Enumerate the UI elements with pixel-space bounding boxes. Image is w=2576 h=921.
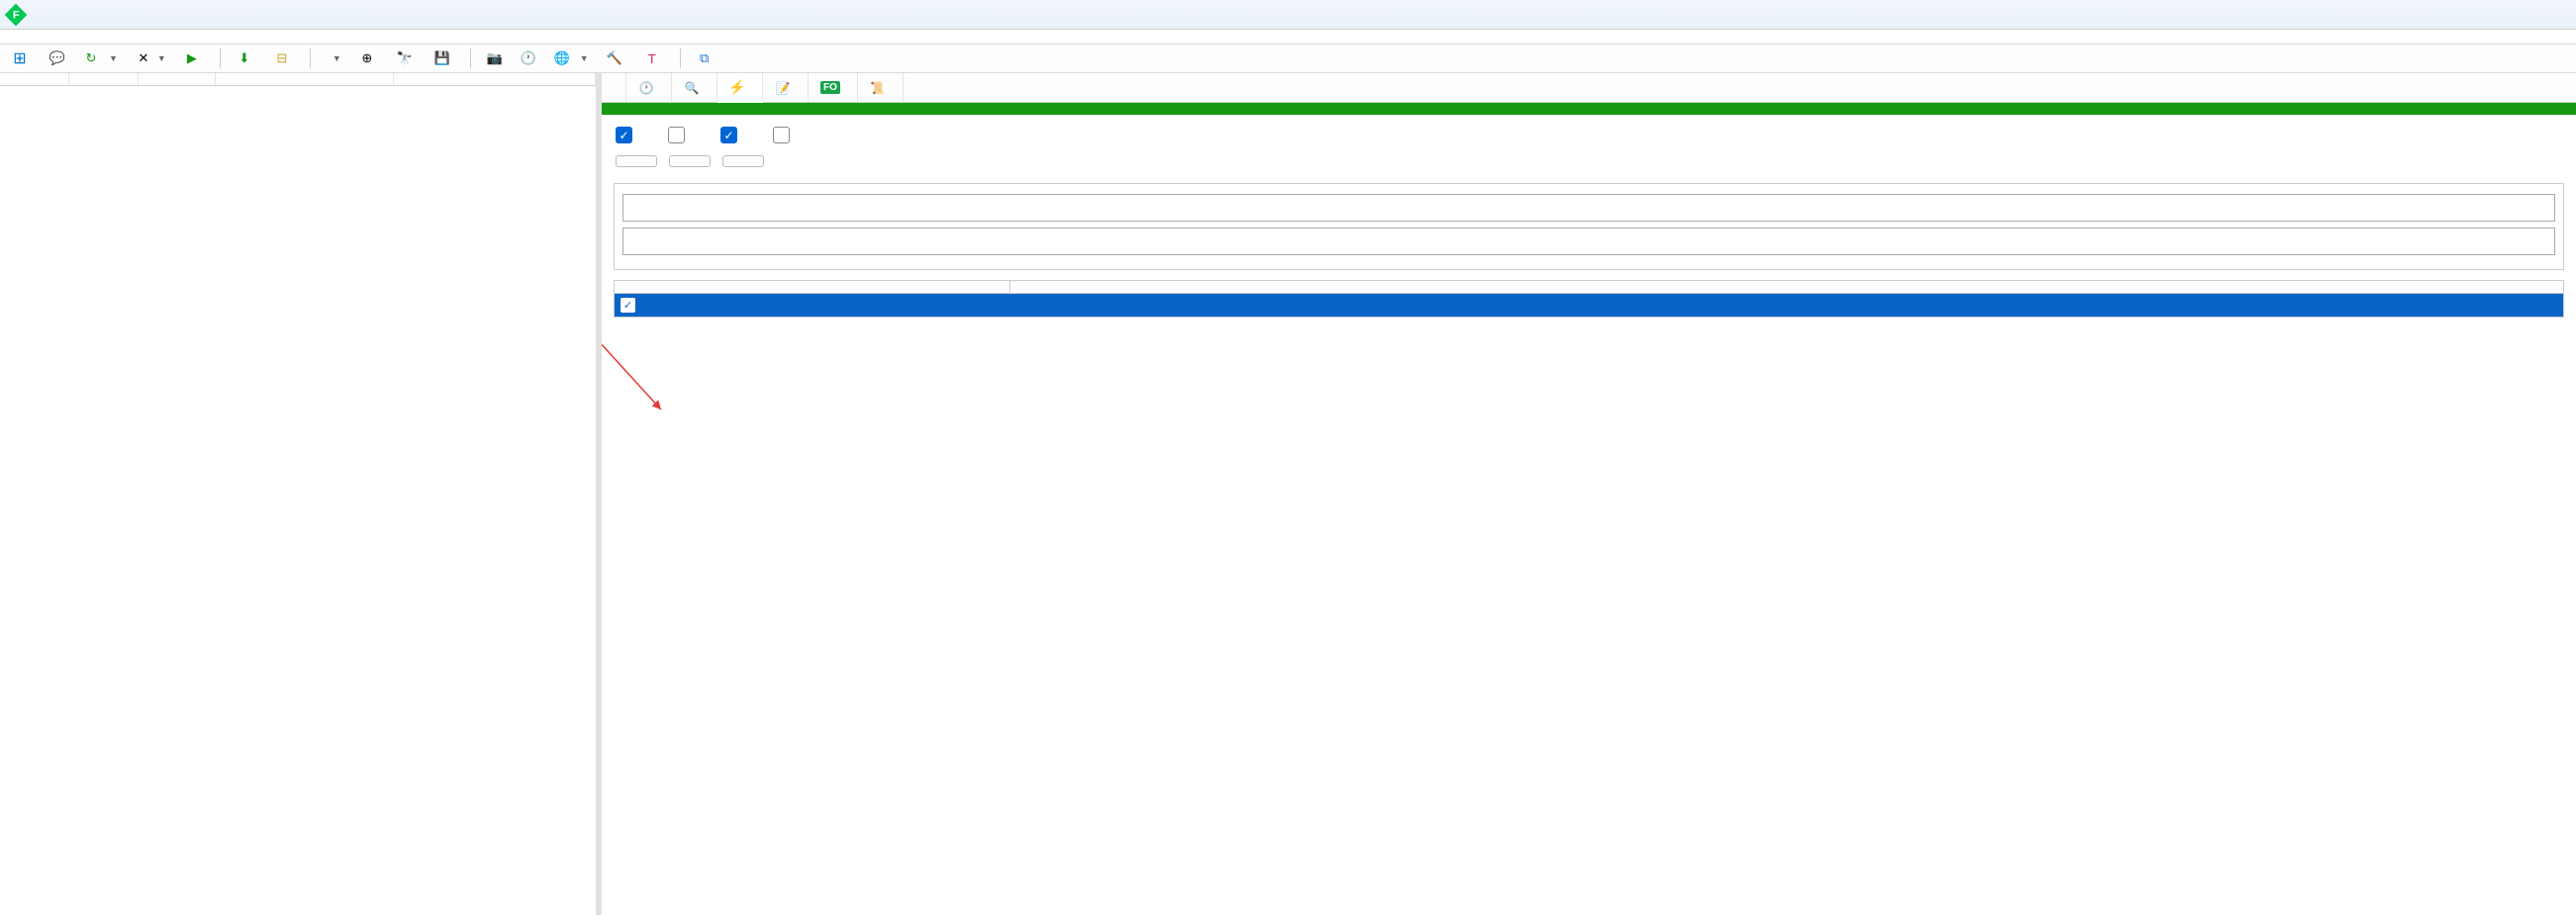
- tearoff-icon: ⧉: [697, 50, 713, 66]
- comment-icon: 💬: [49, 50, 65, 66]
- match-input[interactable]: [622, 194, 2555, 222]
- tab-composer[interactable]: 📝: [763, 73, 809, 102]
- script-icon: 📜: [870, 80, 886, 96]
- lightning-icon: ⚡: [729, 79, 745, 95]
- clock-icon: 🕐: [638, 80, 654, 96]
- tab-fiddlerscript[interactable]: 📜: [858, 73, 904, 102]
- rules-header: [615, 281, 2563, 294]
- fo-badge-icon: FO: [820, 81, 840, 94]
- rule-respond-text: [1010, 302, 2563, 310]
- unmatched-passthrough-checkbox[interactable]: ✓: [720, 127, 743, 143]
- separator: [470, 48, 471, 68]
- app-icon: F: [5, 3, 28, 26]
- chevron-down-icon: ▼: [333, 53, 341, 63]
- rules-table: ✓: [614, 280, 2564, 318]
- clock-icon: 🕐: [521, 50, 536, 66]
- remove-button[interactable]: ✕▼: [130, 48, 172, 68]
- timer-button[interactable]: 🕐: [515, 48, 542, 68]
- toolbar: ⊞ 💬 ↻▼ ✕▼ ▶ ⬇ ⊟ ▼ ⊕ 🔭 💾 📷 🕐 🌐▼ 🔨 T ⧉: [0, 44, 2576, 73]
- rule-checkbox-icon[interactable]: ✓: [620, 298, 635, 313]
- anyprocess-button[interactable]: ⊕: [353, 48, 385, 68]
- separator: [220, 48, 221, 68]
- checkbox-unchecked-icon: [668, 127, 685, 143]
- chevron-down-icon: ▼: [580, 53, 589, 63]
- accept-connects-checkbox[interactable]: [668, 127, 691, 143]
- binoculars-icon: 🔭: [397, 50, 413, 66]
- windows-icon: ⊞: [12, 50, 28, 66]
- group-button[interactable]: [722, 155, 764, 167]
- rule-editor-group: [614, 183, 2564, 270]
- textwizard-button[interactable]: T: [638, 48, 670, 68]
- browser-icon: 🌐: [554, 50, 570, 66]
- checkbox-checked-icon: ✓: [616, 127, 632, 143]
- clearcache-button[interactable]: 🔨: [601, 48, 632, 68]
- col-number[interactable]: [0, 73, 69, 85]
- tab-inspectors[interactable]: 🔍: [672, 73, 717, 102]
- tab-orchestra[interactable]: FO: [809, 73, 858, 102]
- winconfig-button[interactable]: ⊞: [6, 48, 38, 68]
- decode-button[interactable]: ⊟: [268, 48, 300, 68]
- keep-dropdown[interactable]: ▼: [321, 51, 347, 65]
- col-result[interactable]: [69, 73, 139, 85]
- sessions-panel: [0, 73, 602, 915]
- replay-button[interactable]: ↻▼: [77, 48, 124, 68]
- tearoff-button[interactable]: ⧉: [691, 48, 722, 68]
- col-url[interactable]: [394, 73, 596, 85]
- target-icon: ⊕: [359, 50, 375, 66]
- clearcache-icon: 🔨: [607, 50, 622, 66]
- tab-statistics[interactable]: 🕐: [626, 73, 672, 102]
- menubar: [0, 30, 2576, 44]
- checkbox-unchecked-icon: [773, 127, 790, 143]
- play-icon: ▶: [184, 50, 200, 66]
- replay-icon: ↻: [83, 50, 99, 66]
- col-protocol[interactable]: [139, 73, 216, 85]
- infobar: [602, 103, 2576, 115]
- import-button[interactable]: [669, 155, 711, 167]
- enable-rules-checkbox[interactable]: ✓: [616, 127, 638, 143]
- options-row: ✓ ✓: [602, 115, 2576, 155]
- stream-icon: ⬇: [237, 50, 252, 66]
- go-button[interactable]: ▶: [178, 48, 210, 68]
- save-icon: 💾: [434, 50, 450, 66]
- chevron-down-icon: ▼: [109, 53, 118, 63]
- tab-getstarted[interactable]: [602, 73, 626, 102]
- respond-input[interactable]: [622, 228, 2555, 255]
- camera-icon: 📷: [487, 50, 503, 66]
- rules-col-match[interactable]: [615, 281, 1010, 293]
- comment-button[interactable]: 💬: [44, 48, 71, 68]
- sessions-header: [0, 73, 596, 86]
- tabs: 🕐 🔍 ⚡ 📝 FO 📜: [602, 73, 2576, 103]
- chevron-down-icon: ▼: [157, 53, 166, 63]
- save-button[interactable]: 💾: [429, 48, 460, 68]
- find-button[interactable]: 🔭: [391, 48, 423, 68]
- rules-col-respond[interactable]: [1010, 281, 2563, 293]
- magnifier-icon: 🔍: [684, 80, 700, 96]
- separator: [680, 48, 681, 68]
- separator: [310, 48, 311, 68]
- checkbox-checked-icon: ✓: [720, 127, 737, 143]
- tab-autoresponder[interactable]: ⚡: [717, 73, 763, 103]
- screenshot-button[interactable]: 📷: [481, 48, 509, 68]
- add-rule-button[interactable]: [616, 155, 657, 167]
- textwizard-icon: T: [644, 50, 660, 66]
- rule-row[interactable]: ✓: [615, 294, 2563, 317]
- titlebar: F: [0, 0, 2576, 30]
- col-host[interactable]: [216, 73, 394, 85]
- stream-button[interactable]: ⬇: [231, 48, 262, 68]
- main-split: 🕐 🔍 ⚡ 📝 FO 📜 ✓ ✓: [0, 73, 2576, 915]
- buttons-row: [602, 155, 2576, 179]
- decode-icon: ⊟: [274, 50, 290, 66]
- x-icon: ✕: [136, 50, 151, 66]
- edit-icon: 📝: [775, 80, 791, 96]
- browse-button[interactable]: 🌐▼: [548, 48, 595, 68]
- enable-latency-checkbox[interactable]: [773, 127, 796, 143]
- right-panel: 🕐 🔍 ⚡ 📝 FO 📜 ✓ ✓: [602, 73, 2576, 915]
